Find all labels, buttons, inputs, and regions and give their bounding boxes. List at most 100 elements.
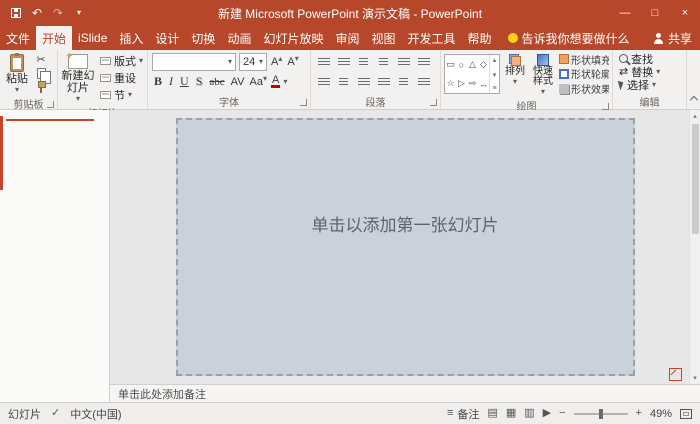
tab-insert[interactable]: 插入 [113, 26, 149, 50]
customize-qat-button[interactable]: ▾ [69, 2, 89, 24]
tab-file[interactable]: 文件 [0, 26, 36, 50]
tab-animations[interactable]: 动画 [221, 26, 257, 50]
slide-placeholder-text[interactable]: 单击以添加第一张幻灯片 [178, 211, 633, 236]
tab-home[interactable]: 开始 [36, 26, 73, 50]
underline-button[interactable]: U [178, 74, 191, 89]
quick-styles-button[interactable]: 快速样式 ▾ [530, 52, 556, 96]
select-button[interactable]: 选择 ▾ [617, 79, 682, 92]
normal-view-button[interactable]: ▤ [487, 408, 497, 419]
increase-font-button[interactable]: A ▴ [270, 55, 283, 69]
increase-indent-button[interactable] [375, 55, 392, 70]
slide-number-indicator[interactable]: 幻灯片 [8, 406, 41, 422]
shape-rectangle-icon[interactable]: ▭ [446, 59, 455, 70]
clipboard-dialog-launcher[interactable] [47, 101, 54, 108]
share-button[interactable]: 共享 [645, 26, 700, 50]
shape-fill-button[interactable]: 形状填充▾ [559, 53, 609, 65]
drawing-dialog-launcher[interactable] [602, 103, 609, 110]
paste-button[interactable]: 粘贴 ▾ [2, 52, 32, 94]
slide-sorter-view-button[interactable]: ▦ [506, 408, 516, 419]
undo-button[interactable]: ↶ [27, 2, 47, 24]
shape-effects-button[interactable]: 形状效果▾ [559, 83, 609, 95]
align-left-button[interactable] [315, 75, 332, 90]
scroll-down-icon[interactable]: ▾ [693, 374, 697, 382]
section-dropdown-icon: ▾ [127, 89, 132, 99]
zoom-in-button[interactable]: + [636, 408, 642, 419]
language-indicator[interactable]: 中文(中国) [70, 406, 121, 422]
slide-thumbnail-pane[interactable] [0, 110, 110, 402]
font-size-combo[interactable]: 24 ▾ [239, 53, 267, 71]
tab-developer[interactable]: 开发工具 [402, 26, 462, 50]
bold-button[interactable]: B [152, 74, 164, 89]
tab-design[interactable]: 设计 [149, 26, 185, 50]
convert-smartart-button[interactable] [415, 75, 432, 90]
collapse-ribbon-button[interactable] [687, 50, 700, 109]
numbering-button[interactable] [335, 55, 352, 70]
line-spacing-button[interactable] [395, 55, 412, 70]
slide[interactable]: 单击以添加第一张幻灯片 [175, 118, 635, 376]
align-right-button[interactable] [355, 75, 372, 90]
zoom-slider-thumb[interactable] [598, 408, 603, 419]
tab-view[interactable]: 视图 [365, 26, 401, 50]
vertical-scrollbar[interactable]: ▴ ▾ [689, 110, 700, 384]
zoom-out-button[interactable]: − [559, 408, 565, 419]
tab-help[interactable]: 帮助 [462, 26, 498, 50]
shape-circle-icon[interactable]: ○ [459, 60, 464, 70]
shape-diamond-icon[interactable]: ◇ [480, 59, 487, 70]
tab-review[interactable]: 审阅 [329, 26, 365, 50]
reset-button[interactable]: 重设 [98, 71, 145, 85]
font-color-button[interactable]: A [270, 75, 281, 88]
font-dialog-launcher[interactable] [300, 99, 307, 106]
shapes-gallery[interactable]: ▭ ○ △ ◇ ☆ ▷ ⇨ ↔ ▴ ▾ ≡ [444, 54, 500, 94]
slideshow-view-button[interactable]: ▶ [543, 408, 551, 419]
shapes-gallery-scroll[interactable]: ▴ ▾ ≡ [489, 55, 499, 93]
notes-pane[interactable]: 单击此处添加备注 [110, 384, 700, 402]
scrollbar-thumb[interactable] [692, 124, 699, 234]
decrease-indent-button[interactable] [355, 55, 372, 70]
shape-triangle-icon[interactable]: △ [469, 59, 476, 70]
scroll-up-icon[interactable]: ▴ [693, 112, 697, 120]
shape-pointer-icon[interactable]: ▷ [458, 78, 465, 89]
strikethrough-button[interactable]: abc [207, 76, 226, 88]
layout-button[interactable]: 版式 ▾ [98, 54, 145, 68]
tell-me-box[interactable]: 告诉我你想要做什么 [507, 26, 630, 50]
decrease-font-button[interactable]: A ▾ [286, 55, 299, 69]
shape-star-icon[interactable]: ☆ [446, 78, 454, 89]
change-case-button[interactable]: Aa ▾ [249, 74, 268, 89]
shape-outline-button[interactable]: 形状轮廓▾ [559, 68, 609, 80]
redo-button[interactable]: ↷ [48, 2, 68, 24]
italic-button[interactable]: I [167, 74, 175, 89]
bullets-button[interactable] [315, 55, 332, 70]
paragraph-dialog-launcher[interactable] [430, 99, 437, 106]
font-color-dropdown-icon[interactable]: ▾ [283, 77, 287, 86]
zoom-percentage[interactable]: 49% [650, 408, 672, 420]
section-button[interactable]: 节 ▾ [98, 88, 145, 102]
notes-placeholder-text[interactable]: 单击此处添加备注 [118, 386, 206, 402]
justify-button[interactable] [375, 75, 392, 90]
text-shadow-button[interactable]: S [194, 74, 205, 89]
close-button[interactable]: × [670, 0, 700, 26]
proofing-status-icon[interactable]: ✓ [51, 408, 60, 419]
reading-view-button[interactable]: ▥ [524, 408, 534, 419]
arrange-button[interactable]: 排列 ▾ [503, 52, 527, 96]
notes-toggle-button[interactable]: ≡ 备注 [447, 406, 479, 422]
shape-double-arrow-icon[interactable]: ↔ [479, 79, 488, 89]
new-slide-button[interactable]: 新建幻灯片 ▾ [60, 52, 96, 103]
character-spacing-button[interactable]: AV [230, 75, 246, 89]
shape-arrow-icon[interactable]: ⇨ [469, 78, 477, 89]
font-name-combo[interactable]: ▾ [152, 53, 236, 71]
copy-button[interactable] [34, 67, 51, 84]
zoom-slider[interactable] [573, 408, 628, 419]
minimize-button[interactable]: — [610, 0, 640, 26]
section-icon [99, 90, 111, 99]
tab-transitions[interactable]: 切换 [185, 26, 221, 50]
maximize-button[interactable]: □ [640, 0, 670, 26]
format-painter-button[interactable] [34, 81, 48, 94]
align-center-button[interactable] [335, 75, 352, 90]
text-direction-button[interactable] [415, 55, 432, 70]
cut-button[interactable]: ✂ [34, 53, 48, 66]
fit-slide-to-window-button[interactable] [680, 408, 692, 419]
columns-button[interactable] [395, 75, 412, 90]
tab-islide[interactable]: iSlide [72, 26, 113, 50]
tab-slideshow[interactable]: 幻灯片放映 [257, 26, 329, 50]
save-button[interactable] [6, 2, 26, 24]
